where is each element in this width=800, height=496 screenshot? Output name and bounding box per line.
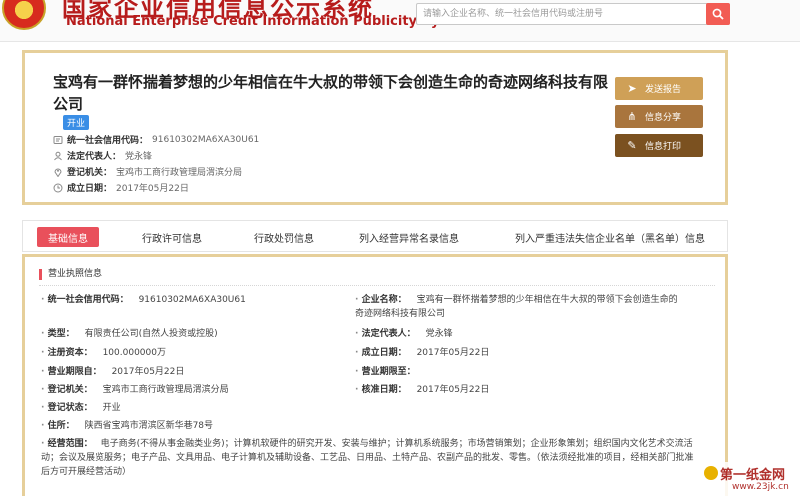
field-authority: 登记机关：宝鸡市工商行政管理局渭滨分局 xyxy=(41,383,229,397)
search-icon xyxy=(712,8,724,20)
field-founded: 成立日期：2017年05月22日 xyxy=(355,346,489,360)
tab-abnormal-operation[interactable]: 列入经营异常名录信息 xyxy=(349,227,469,247)
id-card-icon xyxy=(53,135,63,145)
person-icon xyxy=(53,151,63,161)
field-term-from: 营业期限自：2017年05月22日 xyxy=(41,365,184,379)
divider xyxy=(39,285,715,286)
search-input[interactable] xyxy=(417,4,705,24)
share-icon: ⋔ xyxy=(627,110,637,123)
info-tab-bar: 基础信息 行政许可信息 行政处罚信息 列入经营异常名录信息 列入严重违法失信企业… xyxy=(22,220,728,252)
pencil-icon: ✎ xyxy=(627,139,637,152)
print-info-button[interactable]: ✎ 信息打印 xyxy=(615,134,703,157)
field-reg-status: 登记状态：开业 xyxy=(41,401,121,415)
share-info-button[interactable]: ⋔ 信息分享 xyxy=(615,105,703,128)
site-watermark: 第一纸金网 www.23jk.cn xyxy=(702,462,800,496)
field-term-to: 营业期限至： xyxy=(355,365,426,379)
field-address: 住所：陕西省宝鸡市渭滨区新华巷78号 xyxy=(41,419,213,433)
business-license-panel: 营业执照信息 统一社会信用代码：91610302MA6XA30U61 企业名称：… xyxy=(22,254,728,496)
search-button[interactable] xyxy=(706,3,730,25)
tab-admin-penalty[interactable]: 行政处罚信息 xyxy=(239,227,329,247)
field-business-scope: 经营范围：电子商务(不得从事金融类业务)；计算机软硬件的研究开发、安装与维护；计… xyxy=(41,437,701,479)
field-approved-date: 核准日期：2017年05月22日 xyxy=(355,383,489,397)
company-summary-card: 宝鸡有一群怀揣着梦想的少年相信在牛大叔的带领下会创造生命的奇迹网络科技有限公司 … xyxy=(22,50,728,205)
site-logo-en: National Enterprise Credit Information P… xyxy=(66,14,476,29)
clock-icon xyxy=(53,183,63,193)
top-header: 国家企业信用信息公示系统 National Enterprise Credit … xyxy=(0,0,800,42)
send-icon: ➤ xyxy=(627,82,637,95)
tab-admin-license[interactable]: 行政许可信息 xyxy=(127,227,217,247)
section-title: 营业执照信息 xyxy=(39,269,102,280)
send-report-button[interactable]: ➤ 发送报告 xyxy=(615,77,703,100)
field-credit-code: 统一社会信用代码：91610302MA6XA30U61 xyxy=(41,293,246,307)
field-legal-rep: 法定代表人：党永锋 xyxy=(355,327,453,341)
summary-row-legal-rep: 法定代表人： 党永锋 xyxy=(53,149,152,162)
field-type: 类型：有限责任公司(自然人投资或控股) xyxy=(41,327,218,341)
location-pin-icon xyxy=(53,167,63,177)
watermark-logo-icon xyxy=(704,466,718,480)
tab-basic-info[interactable]: 基础信息 xyxy=(37,227,99,247)
tab-blacklist[interactable]: 列入严重违法失信企业名单（黑名单）信息 xyxy=(503,227,717,247)
status-badge: 开业 xyxy=(63,115,90,130)
summary-row-founded: 成立日期： 2017年05月22日 xyxy=(53,181,189,194)
search-box xyxy=(416,3,730,25)
summary-row-authority: 登记机关： 宝鸡市工商行政管理局渭滨分局 xyxy=(53,165,242,178)
national-emblem-icon xyxy=(2,0,46,30)
field-capital: 注册资本：100.000000万 xyxy=(41,346,166,360)
field-company-name: 企业名称：宝鸡有一群怀揣着梦想的少年相信在牛大叔的带领下会创造生命的奇迹网络科技… xyxy=(355,293,685,321)
company-name-title: 宝鸡有一群怀揣着梦想的少年相信在牛大叔的带领下会创造生命的奇迹网络科技有限公司 xyxy=(53,73,609,113)
summary-row-credit-code: 统一社会信用代码： 91610302MA6XA30U61 xyxy=(53,133,259,146)
